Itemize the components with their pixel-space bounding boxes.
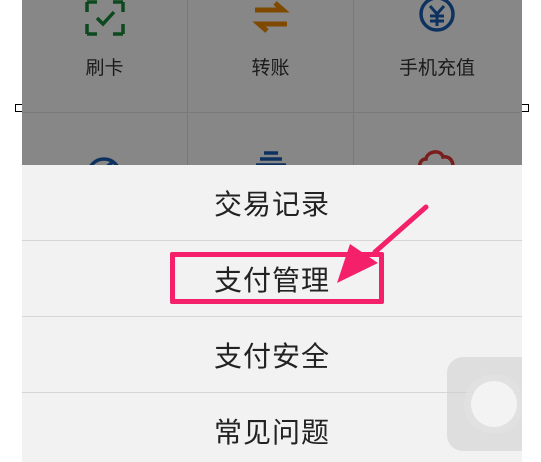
- assistive-touch-inner: [471, 381, 517, 427]
- menu-item-label: 常见问题: [213, 415, 330, 449]
- service-grid: 刷卡 转账 手机充值: [22, 0, 522, 226]
- selection-handle-right: [521, 104, 529, 112]
- phone-screen: 刷卡 转账 手机充值 交易记录 支付管理 支付安全 常见问题: [22, 0, 522, 462]
- modal-overlay[interactable]: [22, 0, 522, 165]
- menu-item-transaction-records[interactable]: 交易记录: [22, 165, 522, 240]
- assistive-touch-button[interactable]: [447, 357, 522, 451]
- highlight-box: [170, 252, 384, 304]
- menu-item-label: 支付安全: [213, 339, 330, 373]
- menu-item-label: 交易记录: [213, 187, 330, 221]
